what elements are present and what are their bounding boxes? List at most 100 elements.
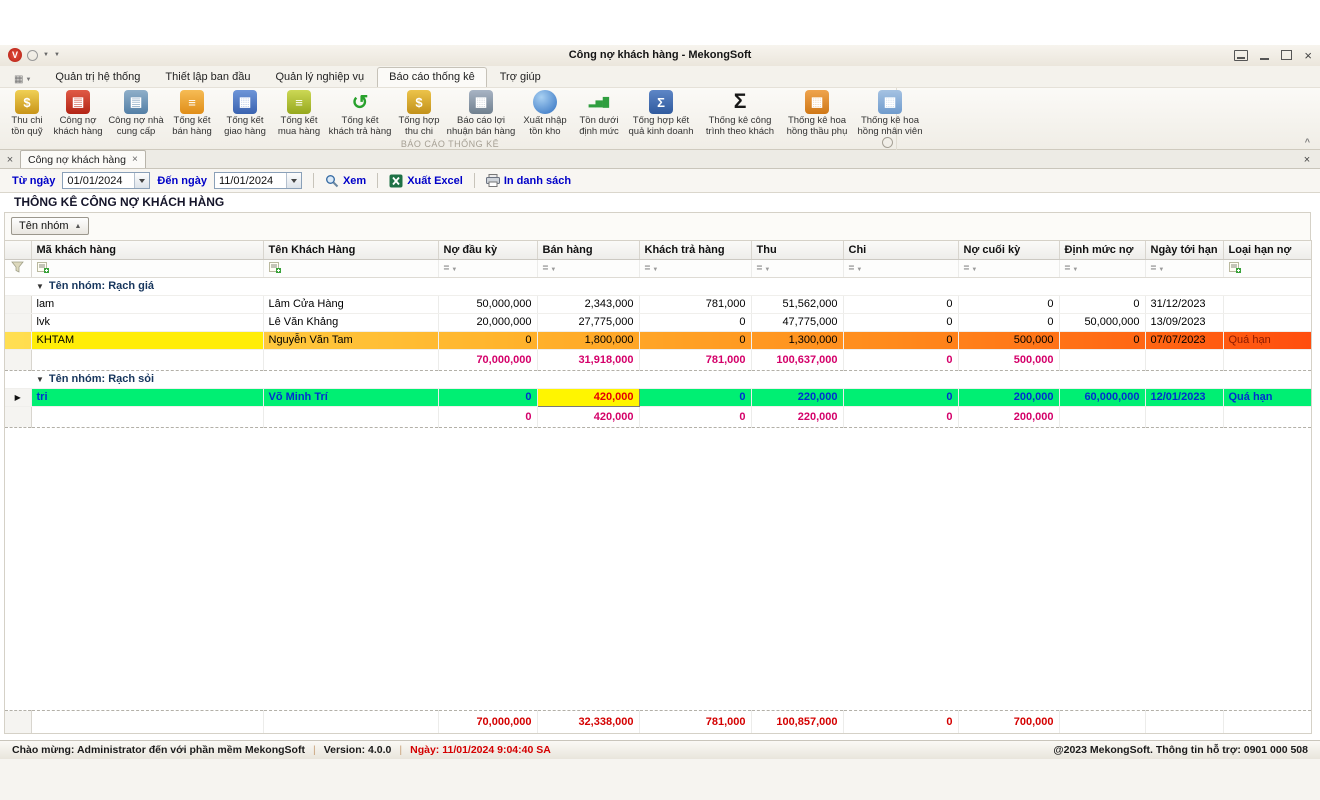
excel-icon bbox=[389, 174, 403, 187]
sort-asc-icon: ▲ bbox=[74, 222, 82, 230]
filter-cell[interactable]: = ▼ bbox=[1145, 259, 1224, 278]
view-button[interactable]: Xem bbox=[325, 174, 366, 188]
ribbon-button-thu-chi-ton-quy[interactable]: $ Thu chi tồn quỹ bbox=[4, 89, 50, 140]
group-chip-ten-nhom[interactable]: Tên nhóm ▲ bbox=[11, 217, 90, 235]
tab-cong-no-khach-hang[interactable]: Công nợ khách hàng × bbox=[20, 150, 146, 168]
equals-filter-icon: = bbox=[963, 263, 970, 274]
grand-total-row: 70,000,000 32,338,000 781,000 100,857,00… bbox=[5, 710, 1311, 733]
ribbon-button-hoa-hong-nhan-vien-sale[interactable]: ▦Thống kê hoa hồng nhân viên sale bbox=[850, 89, 930, 140]
qat-customize-icon[interactable]: ▼ bbox=[54, 52, 60, 58]
printer-icon bbox=[485, 174, 500, 187]
ribbon-tab-bao-cao-thong-ke[interactable]: Báo cáo thống kê bbox=[377, 67, 487, 87]
grid-icon: ▦ bbox=[14, 74, 24, 85]
filter-cell[interactable]: = ▼ bbox=[1059, 259, 1146, 278]
ribbon-tab-strip: ▦ ▼ Quản trị hệ thống Thiết lập ban đầu Q… bbox=[0, 66, 1320, 87]
text-filter-icon bbox=[1228, 261, 1241, 273]
filter-bar: Từ ngày 01/01/2024 Đến ngày 11/01/2024 X… bbox=[0, 169, 1320, 193]
ribbon-collapse-icon[interactable]: ^ bbox=[1305, 137, 1310, 147]
funnel-icon bbox=[11, 261, 25, 273]
tab-close-icon[interactable]: × bbox=[132, 154, 138, 165]
filter-cell[interactable] bbox=[263, 259, 439, 278]
column-header-chi[interactable]: Chi bbox=[843, 241, 959, 260]
filter-cell[interactable] bbox=[31, 259, 264, 278]
display-icon[interactable] bbox=[1234, 48, 1249, 62]
customer-debt-icon: ▤ bbox=[66, 90, 90, 114]
ribbon-button-ton-duoi-dinh-muc[interactable]: ▂▅█ Tồn dưới định mức bbox=[572, 89, 626, 140]
column-header-loai-han-no[interactable]: Loại hạn nợ bbox=[1223, 241, 1311, 260]
column-header-dinh-muc-no[interactable]: Định mức nợ bbox=[1059, 241, 1146, 260]
print-list-button[interactable]: In danh sách bbox=[485, 174, 571, 187]
export-excel-button[interactable]: Xuất Excel bbox=[389, 174, 463, 188]
from-date-input[interactable]: 01/01/2024 bbox=[62, 172, 151, 189]
ribbon-button-tong-hop-ket-qua-kinh-doanh[interactable]: Σ Tổng hợp kết quả kinh doanh bbox=[626, 89, 696, 140]
filter-row[interactable]: = ▼ = ▼ = ▼ = ▼ = ▼ = ▼ = ▼ = ▼ bbox=[5, 259, 1311, 278]
window-title: Công nợ khách hàng - MekongSoft bbox=[568, 49, 752, 61]
sigma-panel-icon: Σ bbox=[649, 90, 673, 114]
column-header-ma-khach-hang[interactable]: Mã khách hàng bbox=[31, 241, 264, 260]
ribbon-tab-quan-ly-nghiep-vu[interactable]: Quản lý nghiệp vụ bbox=[263, 67, 376, 87]
column-header-ngay-toi-han[interactable]: Ngày tới hạn bbox=[1145, 241, 1224, 260]
group-row-rach-soi[interactable]: ▼ Tên nhóm: Rạch sỏi bbox=[5, 370, 1311, 389]
group-dialog-launcher-icon[interactable] bbox=[882, 137, 893, 148]
page-title: THÔNG KÊ CÔNG NỢ KHÁCH HÀNG bbox=[14, 195, 225, 209]
ribbon-button-bao-cao-loi-nhuan[interactable]: ▦ Báo cáo lợi nhuận bán hàng bbox=[444, 89, 518, 140]
ribbon-button-tong-ket-khach-tra-hang[interactable]: ↺ Tổng kết khách trả hàng bbox=[326, 89, 394, 140]
table-row[interactable]: lvk Lê Văn Khảng 20,000,000 27,775,000 0… bbox=[5, 313, 1311, 332]
strip-close-icon[interactable]: × bbox=[1294, 154, 1320, 168]
filter-cell[interactable]: = ▼ bbox=[751, 259, 844, 278]
ribbon-button-tong-hop-thu-chi[interactable]: $ Tổng hợp thu chi bbox=[394, 89, 444, 140]
ribbon-tab-quan-tri-he-thong[interactable]: Quản trị hệ thống bbox=[43, 67, 152, 87]
collapse-group-icon[interactable]: ▼ bbox=[36, 282, 44, 291]
filter-cell[interactable]: = ▼ bbox=[958, 259, 1060, 278]
group-row-rach-gia[interactable]: ▼ Tên nhóm: Rạch giá bbox=[5, 277, 1311, 296]
filter-cell[interactable]: = ▼ bbox=[639, 259, 752, 278]
ribbon-button-thong-ke-cong-trinh[interactable]: ΣThống kê công trình theo khách hàng bbox=[696, 89, 784, 140]
skin-icon[interactable] bbox=[27, 49, 38, 61]
ribbon-button-tong-ket-mua-hang[interactable]: ≡ Tổng kết mua hàng bbox=[272, 89, 326, 140]
separator: | bbox=[312, 744, 316, 756]
purchase-summary-icon: ≡ bbox=[287, 90, 311, 114]
close-all-tabs-icon[interactable]: × bbox=[0, 154, 20, 168]
app-menu-button[interactable]: ▦ ▼ bbox=[8, 72, 37, 87]
minimize-button[interactable] bbox=[1260, 48, 1270, 62]
column-header-ten-khach-hang[interactable]: Tên Khách Hàng bbox=[263, 241, 439, 260]
table-row[interactable]: lam Lâm Cửa Hàng 50,000,000 2,343,000 78… bbox=[5, 295, 1311, 314]
building-icon: ▦ bbox=[805, 90, 829, 114]
ribbon-tab-thiet-lap-ban-dau[interactable]: Thiết lập ban đầu bbox=[153, 67, 262, 87]
sigma-icon: Σ bbox=[733, 90, 747, 113]
chevron-down-icon: ▼ bbox=[25, 76, 32, 83]
coins-icon: $ bbox=[15, 90, 39, 114]
close-button[interactable]: × bbox=[1304, 48, 1312, 62]
bar-chart-icon: ▂▅█ bbox=[588, 96, 610, 107]
column-header-ban-hang[interactable]: Bán hàng bbox=[537, 241, 640, 260]
table-row-selected[interactable]: ▶ tri Võ Minh Trí 0 420,000 0 220,000 0 … bbox=[5, 387, 1311, 407]
column-header-no-cuoi-ky[interactable]: Nợ cuối kỳ bbox=[958, 241, 1060, 260]
header-row: Mã khách hàng Tên Khách Hàng Nợ đầu kỳ B… bbox=[5, 241, 1311, 260]
filter-cell[interactable]: = ▼ bbox=[438, 259, 538, 278]
column-header-khach-tra-hang[interactable]: Khách trả hàng bbox=[639, 241, 752, 260]
ribbon-tab-tro-giup[interactable]: Trợ giúp bbox=[488, 67, 553, 87]
filter-cell[interactable] bbox=[1223, 259, 1311, 278]
ribbon-button-tong-ket-ban-hang[interactable]: ≡ Tổng kết bán hàng bbox=[166, 89, 218, 140]
maximize-button[interactable] bbox=[1281, 48, 1293, 62]
qat-dropdown-icon[interactable]: ▼ bbox=[43, 52, 49, 58]
spreadsheet-icon: ▦ bbox=[878, 90, 902, 114]
column-header-thu[interactable]: Thu bbox=[751, 241, 844, 260]
equals-filter-icon: = bbox=[756, 263, 763, 274]
column-header-no-dau-ky[interactable]: Nợ đầu kỳ bbox=[438, 241, 538, 260]
collapse-group-icon[interactable]: ▼ bbox=[36, 375, 44, 384]
to-date-dropdown-icon[interactable] bbox=[285, 173, 301, 188]
filter-cell[interactable]: = ▼ bbox=[537, 259, 640, 278]
group-by-panel: Tên nhóm ▲ bbox=[4, 212, 1311, 240]
to-date-input[interactable]: 11/01/2024 bbox=[213, 172, 302, 189]
titlebar: V ▼ ▼ Công nợ khách hàng - MekongSoft × bbox=[0, 45, 1320, 67]
from-date-dropdown-icon[interactable] bbox=[134, 173, 150, 188]
filter-cell[interactable]: = ▼ bbox=[843, 259, 959, 278]
table-row-overdue[interactable]: KHTAM Nguyễn Văn Tam 0 1,800,000 0 1,300… bbox=[5, 331, 1311, 350]
ribbon-button-hoa-hong-thau-phu[interactable]: ▦ Thống kê hoa hồng thầu phụ bbox=[784, 89, 850, 140]
ribbon-button-cong-no-khach-hang[interactable]: ▤ Công nợ khách hàng bbox=[50, 89, 106, 140]
to-date-label: Đến ngày bbox=[157, 174, 207, 187]
ribbon-button-xuat-nhap-ton-kho[interactable]: Xuất nhập tồn kho bbox=[518, 89, 572, 140]
ribbon-button-cong-no-nha-cung-cap[interactable]: ▤ Công nợ nhà cung cấp bbox=[106, 89, 166, 140]
ribbon-button-tong-ket-giao-hang[interactable]: ▦ Tổng kết giao hàng bbox=[218, 89, 272, 140]
